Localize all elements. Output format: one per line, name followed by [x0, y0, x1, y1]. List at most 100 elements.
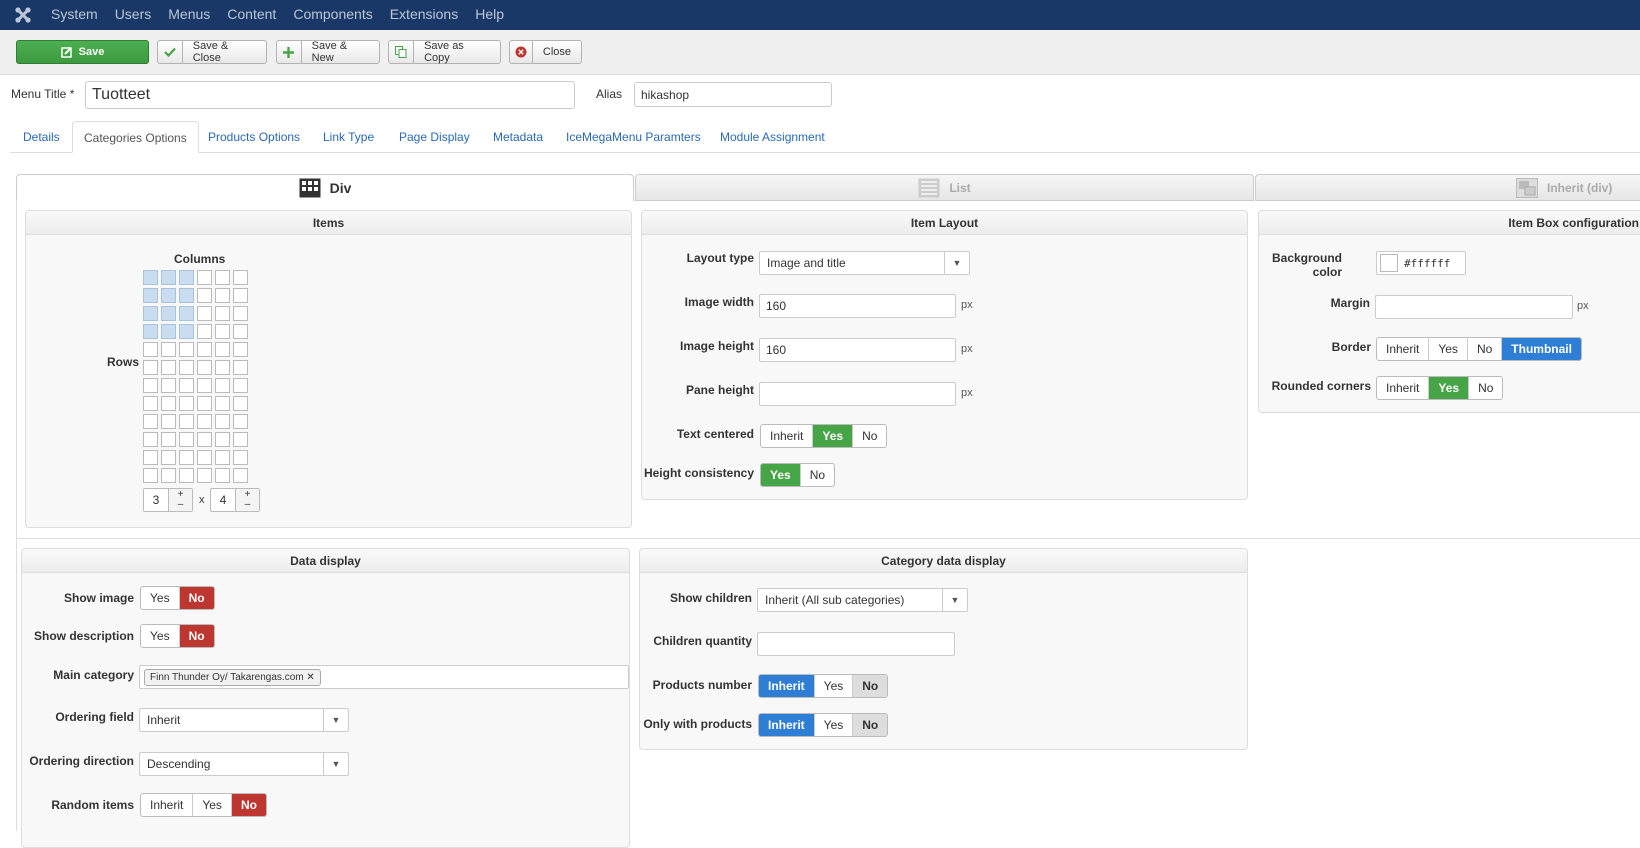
ordering-direction-select[interactable]: Descending ▼ [139, 752, 349, 776]
save-close-button[interactable]: Save & Close [157, 40, 267, 64]
color-swatch[interactable] [1380, 254, 1398, 272]
grid-cell[interactable] [197, 450, 212, 465]
nav-menus[interactable]: Menus [168, 0, 210, 30]
layout-tab-inherit[interactable]: Inherit (div) [1255, 174, 1640, 201]
grid-cell[interactable] [143, 378, 158, 393]
save-new-button[interactable]: Save & New [276, 40, 380, 64]
grid-cell[interactable] [233, 396, 248, 411]
grid-cell[interactable] [233, 342, 248, 357]
grid-cell[interactable] [215, 468, 230, 483]
grid-cell[interactable] [161, 306, 176, 321]
grid-cell[interactable] [161, 324, 176, 339]
rounded-inherit[interactable]: Inherit [1377, 377, 1430, 399]
grid-cell[interactable] [179, 342, 194, 357]
grid-cell[interactable] [197, 342, 212, 357]
rounded-no[interactable]: No [1469, 377, 1502, 399]
grid-cell[interactable] [143, 270, 158, 285]
grid-cell[interactable] [179, 270, 194, 285]
grid-cell[interactable] [179, 396, 194, 411]
products-number-no[interactable]: No [853, 675, 888, 697]
height-consistency-no[interactable]: No [801, 464, 834, 486]
nav-components[interactable]: Components [293, 0, 372, 30]
grid-cell[interactable] [161, 450, 176, 465]
grid-cell[interactable] [179, 432, 194, 447]
grid-cell[interactable] [197, 396, 212, 411]
grid-cell[interactable] [179, 306, 194, 321]
grid-cell[interactable] [197, 270, 212, 285]
grid-cell[interactable] [233, 378, 248, 393]
grid-cell[interactable] [143, 414, 158, 429]
grid-cell[interactable] [215, 432, 230, 447]
grid-cell[interactable] [215, 306, 230, 321]
grid-cell[interactable] [215, 288, 230, 303]
nav-help[interactable]: Help [475, 0, 504, 30]
margin-input[interactable] [1375, 295, 1573, 319]
layout-tab-div[interactable]: Div [16, 174, 634, 201]
tab-products-options[interactable]: Products Options [197, 121, 311, 153]
grid-cell[interactable] [197, 414, 212, 429]
grid-cell[interactable] [197, 360, 212, 375]
grid-cell[interactable] [215, 342, 230, 357]
grid-cell[interactable] [233, 450, 248, 465]
grid-cell[interactable] [215, 450, 230, 465]
columns-plus-minus-icon[interactable]: + – [168, 489, 192, 511]
grid-cell[interactable] [143, 450, 158, 465]
nav-extensions[interactable]: Extensions [390, 0, 458, 30]
border-no[interactable]: No [1468, 338, 1503, 360]
grid-cell[interactable] [233, 306, 248, 321]
remove-tag-icon[interactable]: ✕ [306, 672, 314, 683]
grid-cell[interactable] [233, 360, 248, 375]
tab-metadata[interactable]: Metadata [482, 121, 554, 153]
image-width-input[interactable]: 160 [759, 294, 956, 318]
grid-cell[interactable] [197, 306, 212, 321]
grid-cell[interactable] [143, 432, 158, 447]
text-centered-yes[interactable]: Yes [813, 425, 854, 447]
grid-cell[interactable] [143, 342, 158, 357]
tab-categories-options[interactable]: Categories Options [72, 121, 199, 153]
grid-cell[interactable] [215, 324, 230, 339]
show-image-no[interactable]: No [179, 587, 214, 609]
image-height-input[interactable]: 160 [759, 338, 956, 362]
ordering-field-select[interactable]: Inherit ▼ [139, 708, 349, 732]
grid-cell[interactable] [161, 468, 176, 483]
main-category-tag[interactable]: Finn Thunder Oy/ Takarengas.com ✕ [144, 669, 321, 686]
grid-cell[interactable] [197, 288, 212, 303]
grid-cell[interactable] [233, 414, 248, 429]
grid-cell[interactable] [179, 288, 194, 303]
nav-system[interactable]: System [51, 0, 98, 30]
grid-cell[interactable] [179, 360, 194, 375]
grid-cell[interactable] [143, 324, 158, 339]
show-children-select[interactable]: Inherit (All sub categories) ▼ [757, 588, 968, 612]
grid-cell[interactable] [161, 378, 176, 393]
border-inherit[interactable]: Inherit [1377, 338, 1430, 360]
grid-cell[interactable] [179, 414, 194, 429]
grid-cell[interactable] [215, 360, 230, 375]
items-grid-picker[interactable] [143, 270, 248, 483]
border-yes[interactable]: Yes [1429, 338, 1468, 360]
nav-content[interactable]: Content [227, 0, 276, 30]
grid-cell[interactable] [143, 288, 158, 303]
pane-height-input[interactable] [759, 382, 956, 406]
grid-cell[interactable] [143, 306, 158, 321]
grid-cell[interactable] [233, 432, 248, 447]
products-number-inherit[interactable]: Inherit [759, 675, 815, 697]
menu-title-input[interactable]: Tuotteet [85, 81, 575, 109]
alias-input[interactable]: hikashop [634, 82, 832, 107]
grid-cell[interactable] [143, 468, 158, 483]
bg-color-input[interactable]: #ffffff [1376, 251, 1466, 275]
grid-cell[interactable] [179, 450, 194, 465]
layout-tab-list[interactable]: List [635, 174, 1254, 201]
only-with-products-yes[interactable]: Yes [815, 714, 854, 736]
grid-cell[interactable] [215, 270, 230, 285]
grid-cell[interactable] [233, 468, 248, 483]
grid-cell[interactable] [215, 414, 230, 429]
rows-plus-minus-icon[interactable]: + – [235, 489, 259, 511]
grid-cell[interactable] [161, 396, 176, 411]
grid-cell[interactable] [179, 324, 194, 339]
border-thumbnail[interactable]: Thumbnail [1502, 338, 1581, 360]
close-button[interactable]: Close [509, 40, 582, 64]
grid-cell[interactable] [215, 396, 230, 411]
grid-cell[interactable] [197, 324, 212, 339]
only-with-products-inherit[interactable]: Inherit [759, 714, 815, 736]
only-with-products-no[interactable]: No [853, 714, 888, 736]
